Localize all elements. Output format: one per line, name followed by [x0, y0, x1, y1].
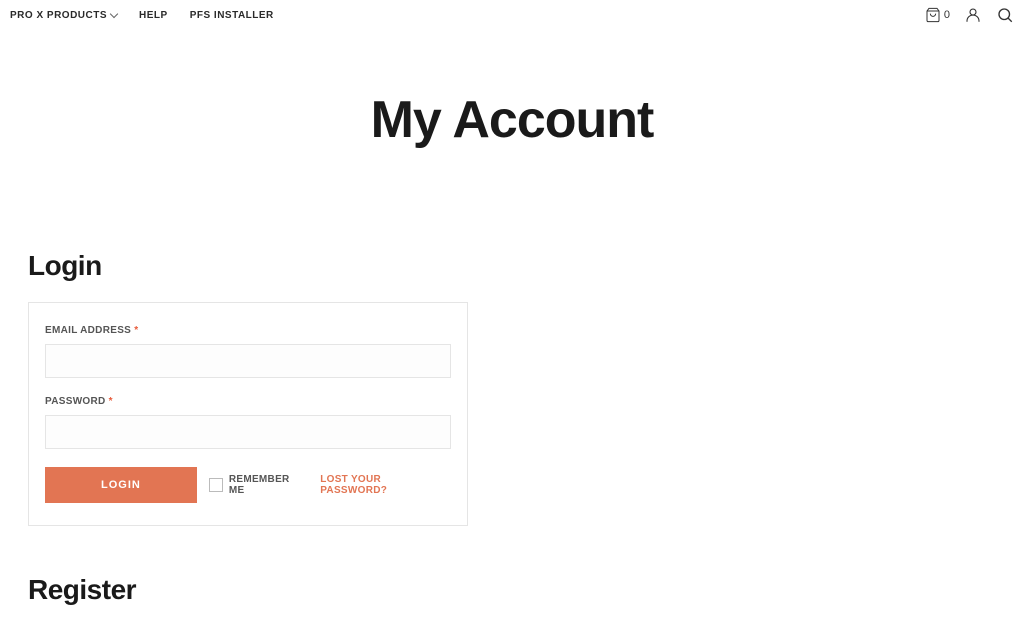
- lost-password-link[interactable]: LOST YOUR PASSWORD?: [320, 474, 451, 496]
- email-label-text: EMAIL ADDRESS: [45, 325, 131, 336]
- required-star: *: [134, 325, 138, 336]
- top-nav: PRO X PRODUCTS HELP PFS INSTALLER 0: [0, 0, 1024, 30]
- password-label-text: PASSWORD: [45, 396, 106, 407]
- required-star: *: [109, 396, 113, 407]
- user-icon: [964, 6, 982, 24]
- email-label: EMAIL ADDRESS *: [45, 325, 451, 336]
- search-button[interactable]: [996, 6, 1014, 24]
- nav-item-label: PFS INSTALLER: [190, 10, 274, 21]
- cart-count: 0: [944, 9, 950, 21]
- page-title: My Account: [0, 90, 1024, 150]
- login-button[interactable]: LOGIN: [45, 467, 197, 503]
- password-label: PASSWORD *: [45, 396, 451, 407]
- email-field[interactable]: [45, 344, 451, 378]
- nav-item-label: HELP: [139, 10, 168, 21]
- nav-item-products[interactable]: PRO X PRODUCTS: [10, 10, 117, 21]
- remember-label: REMEMBER ME: [229, 474, 308, 496]
- chevron-down-icon: [110, 9, 118, 17]
- nav-right: 0: [925, 6, 1014, 24]
- cart-icon: [925, 7, 941, 23]
- password-field[interactable]: [45, 415, 451, 449]
- register-section: Register: [28, 574, 996, 606]
- nav-item-label: PRO X PRODUCTS: [10, 10, 107, 21]
- remember-checkbox[interactable]: [209, 478, 223, 492]
- nav-item-help[interactable]: HELP: [139, 10, 168, 21]
- cart-button[interactable]: 0: [925, 7, 950, 23]
- account-button[interactable]: [964, 6, 982, 24]
- content: Login EMAIL ADDRESS * PASSWORD * LOGIN R…: [0, 250, 1024, 606]
- login-form: EMAIL ADDRESS * PASSWORD * LOGIN REMEMBE…: [28, 302, 468, 526]
- form-bottom: LOGIN REMEMBER ME LOST YOUR PASSWORD?: [45, 467, 451, 503]
- register-heading: Register: [28, 574, 996, 606]
- nav-item-installer[interactable]: PFS INSTALLER: [190, 10, 274, 21]
- nav-left: PRO X PRODUCTS HELP PFS INSTALLER: [10, 10, 274, 21]
- search-icon: [996, 6, 1014, 24]
- remember-me-wrap[interactable]: REMEMBER ME: [209, 474, 308, 496]
- login-heading: Login: [28, 250, 996, 282]
